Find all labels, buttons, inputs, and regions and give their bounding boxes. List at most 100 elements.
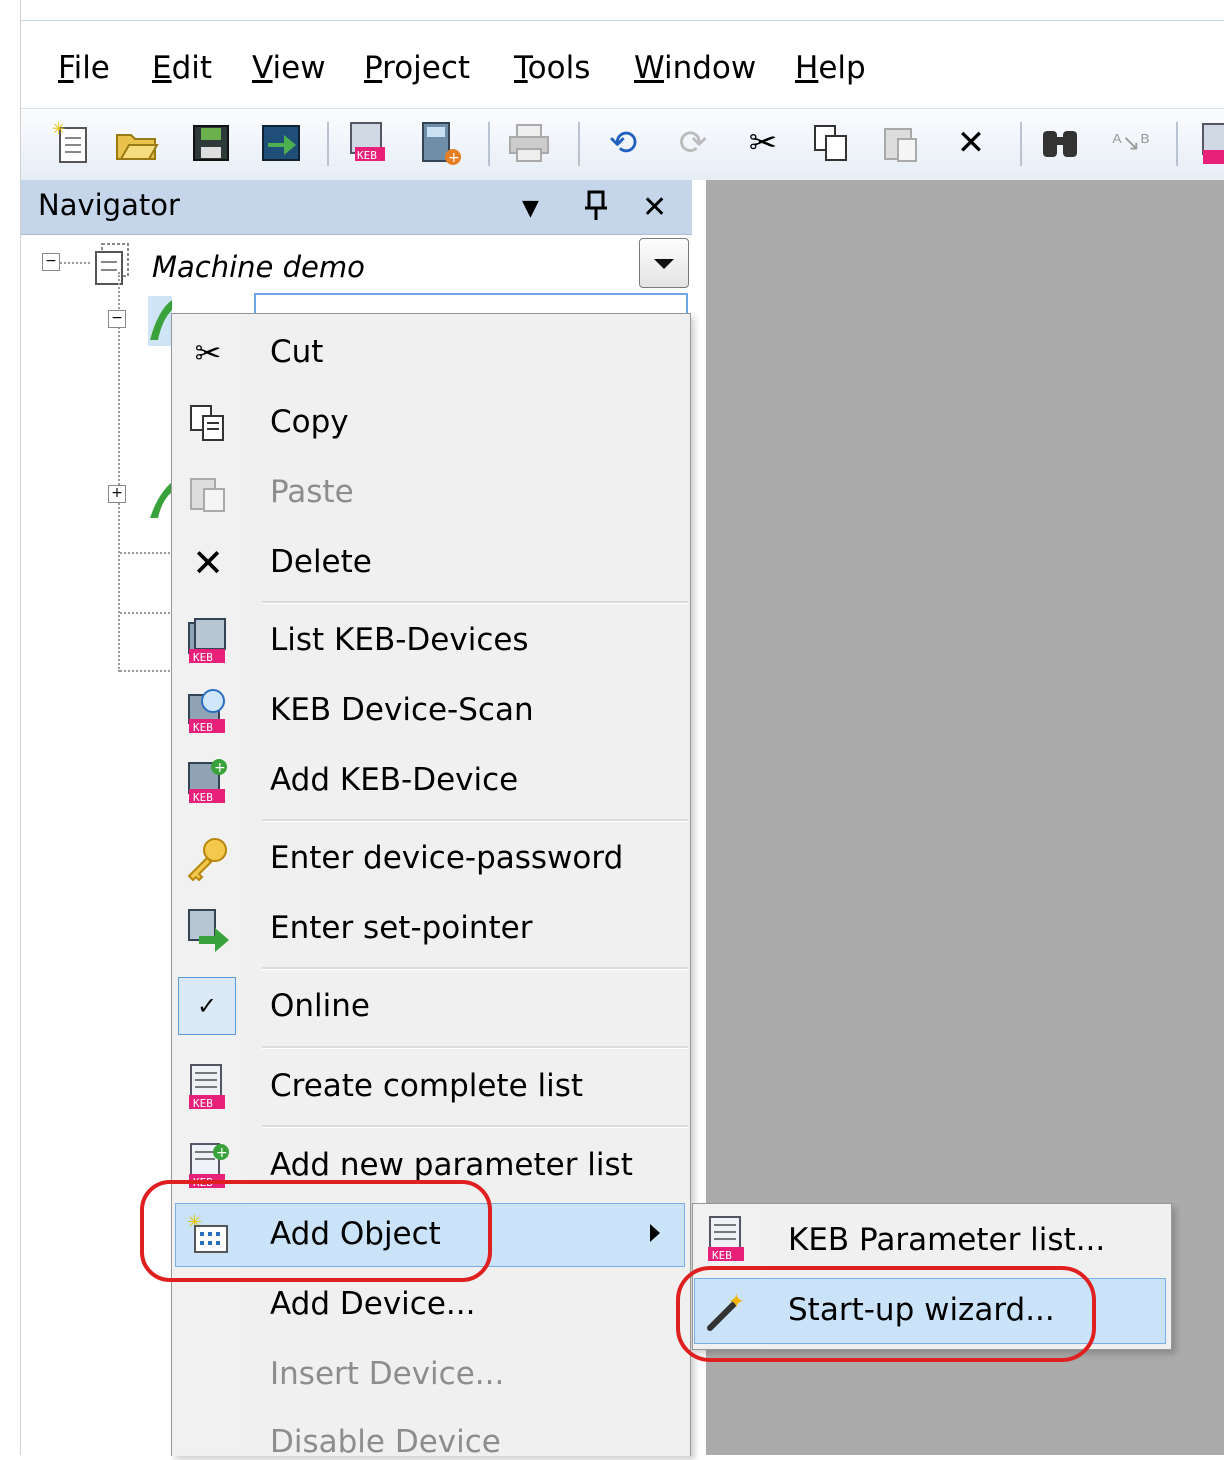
menu-file-rest: ile: [73, 50, 110, 86]
menu-file[interactable]: File: [58, 50, 110, 86]
window-left-frame: [0, 0, 21, 1455]
tree-connector: [120, 612, 170, 614]
svg-text:KEB: KEB: [193, 651, 213, 664]
panel-menu-dropdown-icon[interactable]: ▼: [522, 196, 539, 221]
menu-item-add-new-parameter-list-label: Add new parameter list: [270, 1147, 633, 1183]
menu-item-copy-label: Copy: [270, 404, 349, 440]
replace-icon[interactable]: ᴬ↘ᴮ: [1108, 118, 1154, 168]
tree-dropdown-button[interactable]: [639, 238, 689, 288]
menu-item-paste-label: Paste: [270, 474, 354, 510]
import-icon[interactable]: [258, 118, 304, 168]
menu-item-add-keb-device-label: Add KEB-Device: [270, 762, 519, 798]
device-node-icon[interactable]: [148, 296, 172, 346]
delete-icon[interactable]: ✕: [948, 118, 994, 168]
menu-window-rest: indow: [663, 50, 757, 86]
annotation-highlight-add-object: [140, 1180, 492, 1282]
menu-tools-accel: T: [514, 50, 528, 86]
menu-view[interactable]: View: [252, 50, 326, 86]
menu-item-online[interactable]: [172, 975, 688, 1041]
menu-project-accel: P: [364, 50, 383, 86]
svg-text:+: +: [448, 150, 460, 166]
svg-text:KEB: KEB: [712, 1249, 732, 1262]
project-file-icon: [90, 240, 134, 290]
menu-item-online-label: Online: [270, 988, 370, 1024]
menu-view-rest: iew: [272, 50, 326, 86]
toolbar-separator: [1020, 122, 1022, 166]
menu-edit[interactable]: Edit: [152, 50, 212, 86]
menu-separator: [262, 1046, 688, 1049]
menu-help-rest: elp: [818, 50, 866, 86]
navigator-title: Navigator: [38, 188, 180, 222]
window-top-frame: [0, 0, 1224, 21]
add-device-icon[interactable]: +: [418, 118, 464, 168]
keb-add-device-icon: + KEB: [183, 756, 233, 806]
keb-edit-icon[interactable]: [1192, 118, 1224, 168]
tree-expand-icon[interactable]: +: [108, 485, 126, 503]
keb-scan-icon: KEB: [183, 686, 233, 736]
svg-text:KEB: KEB: [193, 721, 213, 734]
menu-item-enter-set-pointer-label: Enter set-pointer: [270, 910, 533, 946]
tree-connector: [120, 670, 170, 672]
find-icon[interactable]: [1038, 118, 1084, 168]
menu-separator: [262, 1125, 688, 1128]
menu-file-accel: F: [58, 50, 74, 86]
keb-parameter-list-icon: KEB: [702, 1214, 752, 1264]
paste-icon: [183, 468, 233, 518]
svg-text:KEB: KEB: [193, 791, 213, 804]
paste-icon: [878, 118, 924, 168]
keb-list-icon[interactable]: KEB: [346, 118, 392, 168]
svg-text:KEB: KEB: [357, 149, 377, 162]
new-file-icon[interactable]: ✳: [48, 118, 94, 168]
keb-device-list-icon: KEB: [183, 616, 233, 666]
copy-icon[interactable]: [808, 118, 854, 168]
set-pointer-icon: [183, 904, 233, 954]
tree-collapse-root-icon[interactable]: −: [42, 253, 60, 271]
close-panel-icon[interactable]: ✕: [642, 190, 667, 225]
toolbar-separator: [578, 122, 580, 166]
scissors-icon: ✂: [194, 334, 222, 372]
menu-tools-rest: ools: [527, 50, 591, 86]
menu-item-delete-label: Delete: [270, 544, 372, 580]
tree-collapse-icon[interactable]: −: [108, 310, 126, 328]
menu-item-enter-device-password-label: Enter device-password: [270, 840, 624, 876]
menu-item-add-device-label: Add Device...: [270, 1286, 476, 1322]
key-icon: [183, 834, 233, 884]
menu-item-cut-label: Cut: [270, 334, 324, 370]
svg-text:+: +: [214, 760, 226, 776]
menu-separator: [262, 601, 688, 604]
menu-help[interactable]: Help: [795, 50, 866, 86]
menu-item-delete[interactable]: [172, 530, 688, 596]
menu-view-accel: V: [252, 50, 273, 86]
pin-icon[interactable]: [584, 190, 608, 230]
save-icon[interactable]: [188, 118, 234, 168]
delete-x-icon: ✕: [192, 541, 224, 585]
device-node-icon[interactable]: [148, 478, 172, 520]
menu-project[interactable]: Project: [364, 50, 470, 86]
menu-item-paste: [172, 460, 688, 526]
menu-edit-rest: dit: [171, 50, 213, 86]
menu-project-rest: roject: [382, 50, 471, 86]
menu-separator: [262, 819, 688, 822]
keb-list-icon: KEB: [183, 1062, 233, 1112]
tree-connector: [120, 552, 170, 554]
copy-icon: [183, 398, 233, 448]
tree-root-label[interactable]: Machine demo: [152, 250, 365, 284]
toolbar-separator: [327, 122, 329, 166]
menu-item-copy[interactable]: [172, 390, 688, 456]
menu-item-cut[interactable]: [172, 320, 688, 386]
print-icon: [506, 118, 552, 168]
cut-icon[interactable]: ✂: [740, 118, 786, 168]
submenu-item-keb-parameter-list-label: KEB Parameter list...: [788, 1222, 1106, 1258]
annotation-highlight-start-up-wizard: [676, 1266, 1096, 1362]
svg-text:+: +: [216, 1145, 228, 1161]
menu-item-insert-device-label: Insert Device...: [270, 1356, 505, 1392]
undo-icon[interactable]: ⟲: [600, 118, 646, 168]
toolbar-separator: [1176, 122, 1178, 166]
redo-icon: ⟳: [678, 123, 708, 163]
menu-window[interactable]: Window: [634, 50, 756, 86]
menu-tools[interactable]: Tools: [514, 50, 590, 86]
open-folder-icon[interactable]: [114, 118, 160, 168]
tree-connector: [60, 262, 90, 264]
menu-item-create-complete-list-label: Create complete list: [270, 1068, 584, 1104]
menu-separator: [262, 967, 688, 970]
